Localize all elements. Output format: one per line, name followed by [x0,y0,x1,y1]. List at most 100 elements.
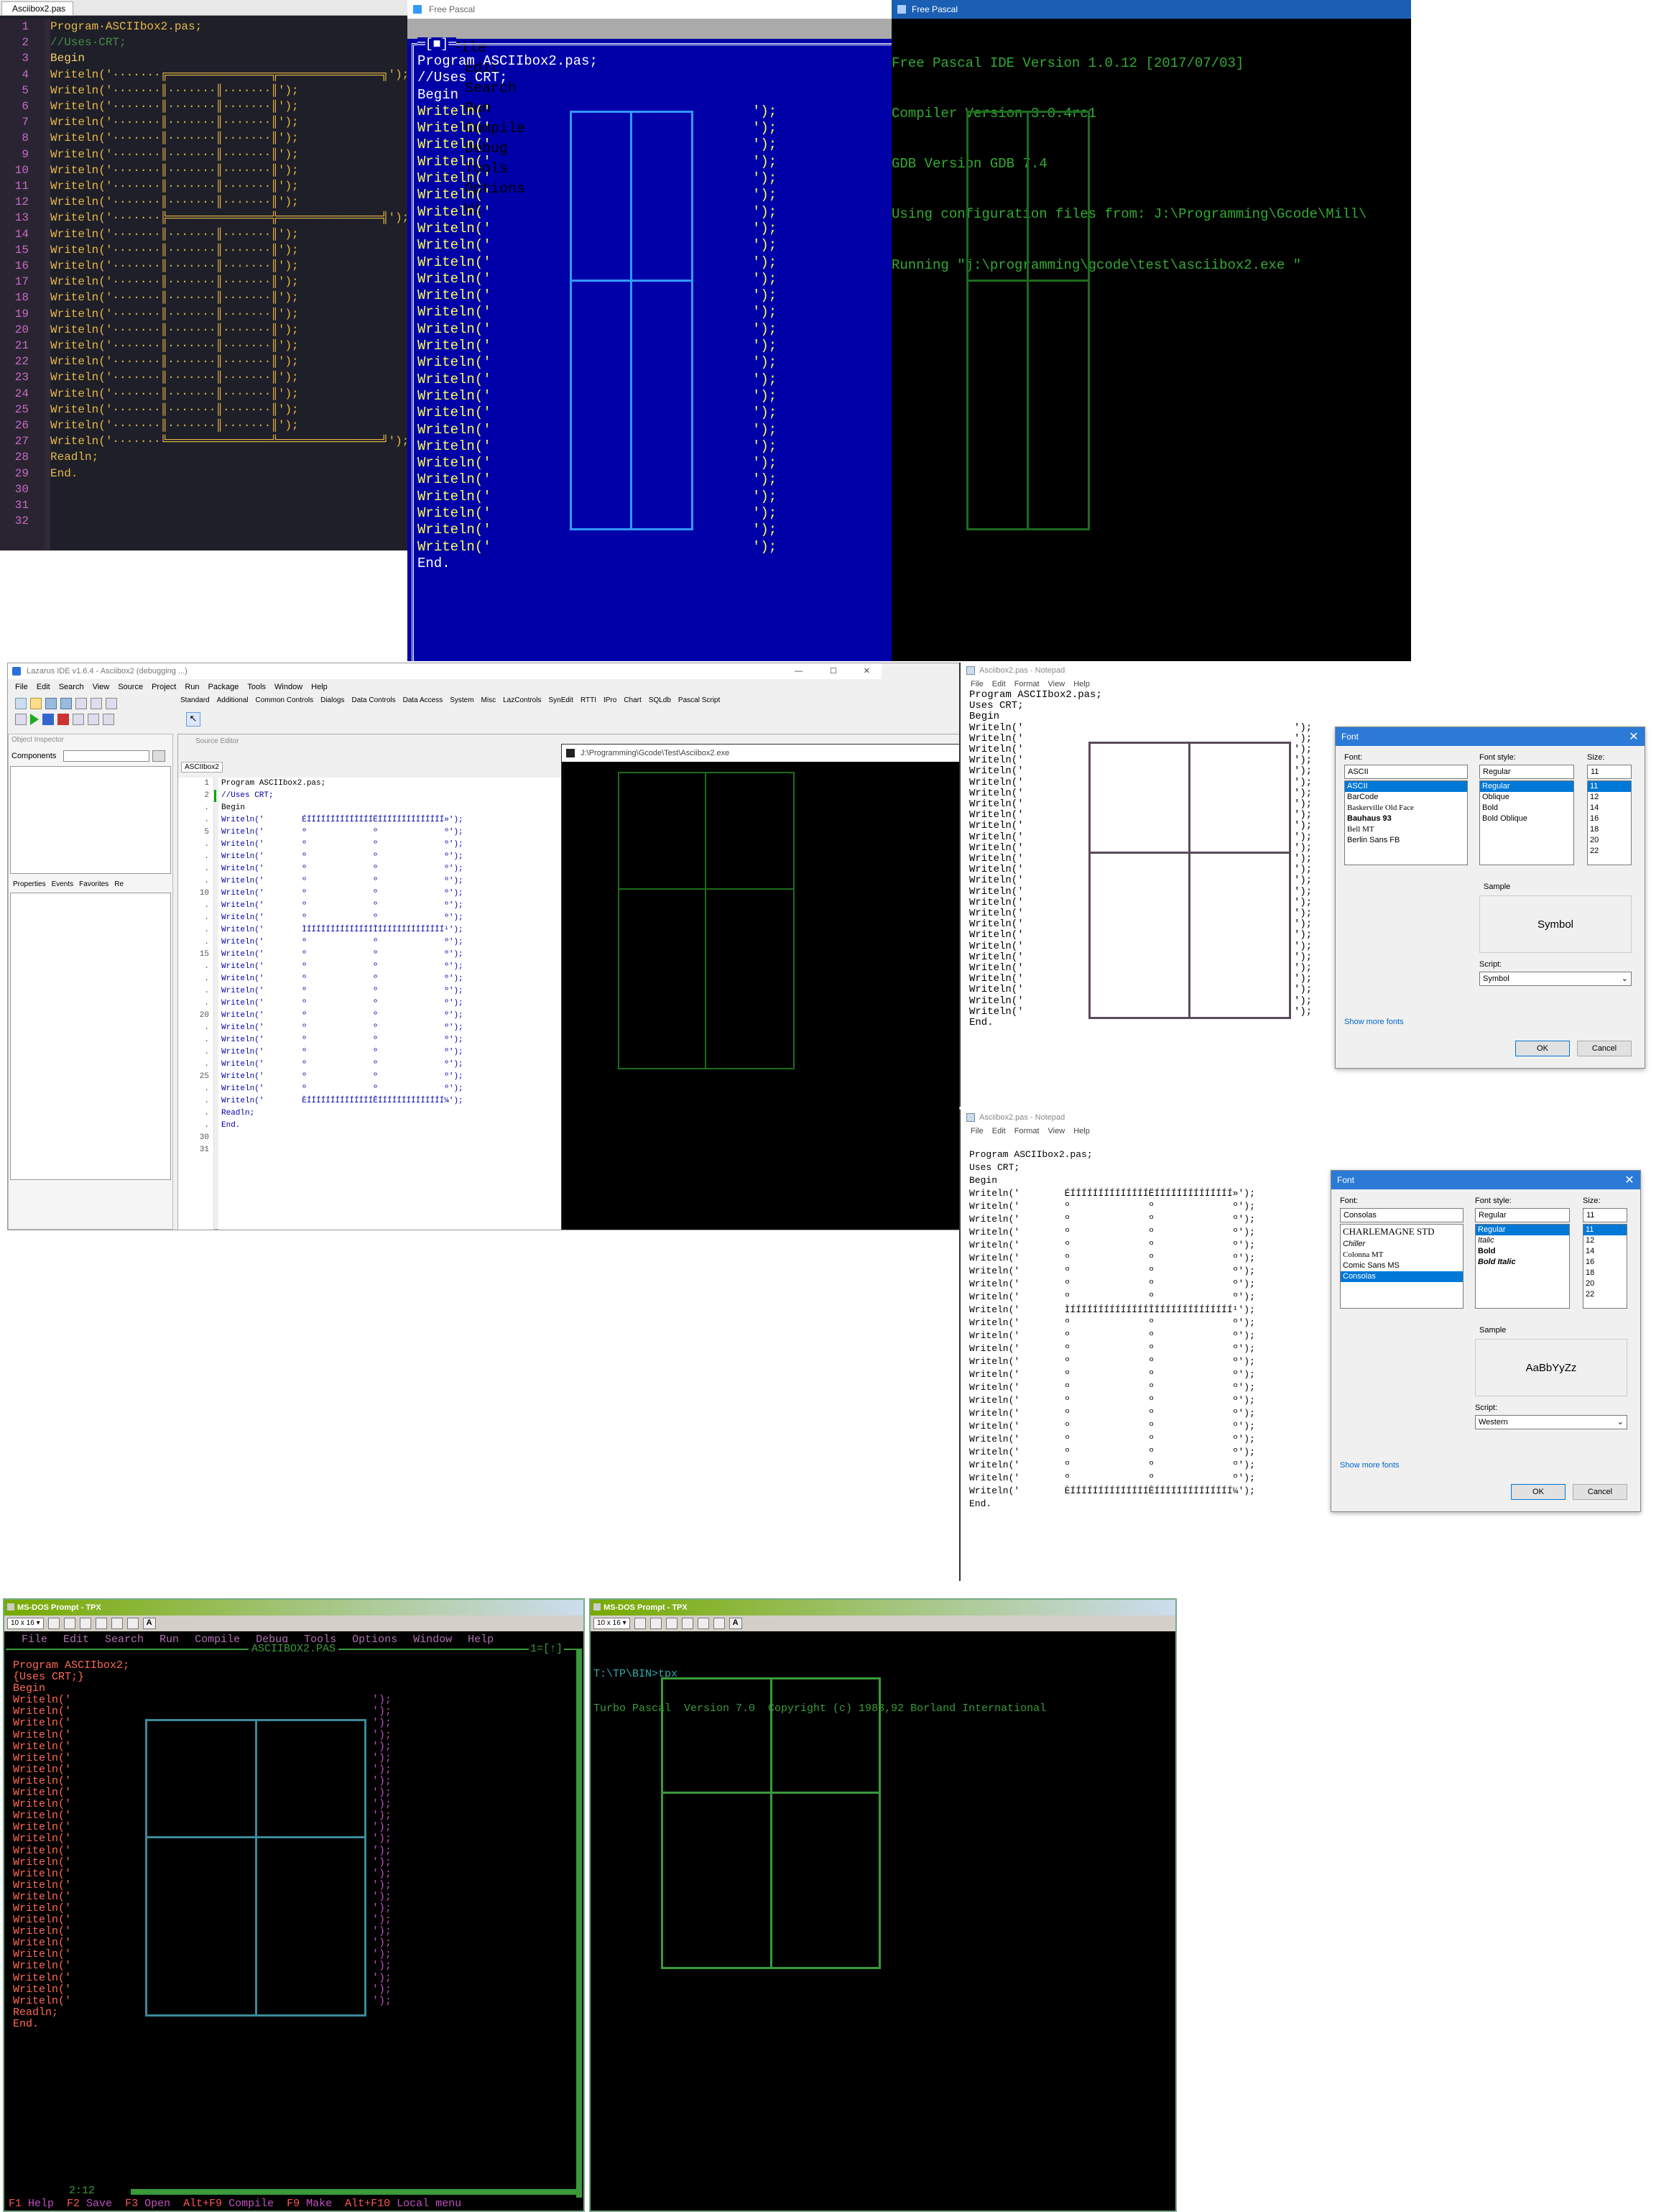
tab-restricted[interactable]: Re [114,878,124,891]
size-option[interactable]: 11 [1583,1225,1627,1235]
cancel-button[interactable]: Cancel [1573,1484,1627,1500]
show-more-fonts-link[interactable]: Show more fonts [1340,1461,1400,1470]
menu-item[interactable]: Edit [37,681,50,693]
build-icon[interactable] [15,714,27,725]
mark-icon[interactable] [47,1618,60,1629]
cancel-button[interactable]: Cancel [1577,1041,1632,1056]
font-option[interactable]: Berlin Sans FB [1345,835,1467,846]
menu-format[interactable]: Format [1014,1127,1040,1138]
pause-icon[interactable] [42,714,54,725]
size-option[interactable]: 16 [1588,814,1631,824]
style-option[interactable]: Italic [1476,1235,1569,1246]
font-option[interactable]: Bell MT [1345,824,1467,835]
menu-item[interactable]: Options [352,1634,397,1646]
size-list[interactable]: 11 12 14 16 18 20 22 [1583,1224,1627,1309]
menu-view[interactable]: View [1048,1127,1065,1138]
style-option[interactable]: Regular [1476,1225,1569,1235]
background-icon[interactable] [126,1618,139,1629]
font-option[interactable]: Bauhaus 93 [1345,814,1467,824]
palette-tab[interactable]: LazControls [503,695,541,706]
style-option[interactable]: Oblique [1480,792,1573,803]
status-item[interactable]: Alt+F9 Compile [183,2198,274,2211]
copy-icon[interactable] [649,1618,662,1629]
palette-tab[interactable]: RTTI [581,695,596,706]
font-style-input[interactable]: Regular [1475,1208,1570,1222]
size-option[interactable]: 20 [1583,1278,1627,1289]
menu-item[interactable]: Window [274,681,302,693]
selection-tool-icon[interactable]: ↖ [186,712,200,727]
palette-tab[interactable]: Common Controls [256,695,314,706]
palette-tab[interactable]: Pascal Script [678,695,720,706]
paste-icon[interactable] [665,1618,678,1629]
font-style-input[interactable]: Regular [1479,765,1574,779]
properties-icon[interactable] [111,1618,123,1629]
menu-item[interactable]: Package [208,681,239,693]
view-units-icon[interactable] [106,698,117,709]
components-tree[interactable] [10,766,171,874]
menu-item[interactable]: Run [159,1634,179,1646]
background-icon[interactable] [713,1618,725,1629]
menu-item[interactable]: Source [118,681,143,693]
menu-item[interactable]: Tools [247,681,266,693]
status-item[interactable]: Alt+F10 Local menu [345,2198,461,2211]
editor-tab[interactable]: ASCIIbox2 [181,762,223,773]
size-option[interactable]: 20 [1588,835,1631,846]
status-item[interactable]: F3 Open [125,2198,170,2211]
font-icon[interactable]: A [142,1618,156,1629]
components-filter-button[interactable] [152,750,165,762]
palette-tab[interactable]: Data Access [403,695,443,706]
style-option[interactable]: Bold [1480,803,1573,814]
step-out-icon[interactable] [103,714,114,725]
step-over-icon[interactable] [88,714,99,725]
menu-file[interactable]: File [971,1127,984,1138]
size-option[interactable]: 12 [1588,792,1631,803]
minimize-icon[interactable]: — [795,663,803,679]
new-icon[interactable] [15,698,27,709]
style-option[interactable]: Bold [1476,1246,1569,1257]
run-icon[interactable] [30,714,39,725]
menu-item[interactable]: Search [105,1634,144,1646]
menu-item[interactable]: File [22,1634,47,1646]
menu-item[interactable]: Help [468,1634,494,1646]
show-more-fonts-link[interactable]: Show more fonts [1344,1018,1404,1026]
size-input[interactable]: 11 [1583,1208,1627,1222]
code-editor[interactable]: Program·ASCIIbox2.pas; //Uses·CRT; Begin Wr… [50,19,407,550]
menu-item[interactable]: Compile [195,1634,240,1646]
size-option[interactable]: 18 [1583,1268,1627,1278]
status-item[interactable]: F2 Save [67,2198,112,2211]
menu-item[interactable]: Project [152,681,176,693]
size-option[interactable]: 16 [1583,1257,1627,1268]
menu-item[interactable]: Edit [63,1634,89,1646]
ok-button[interactable]: OK [1511,1484,1566,1500]
size-input[interactable]: 11 [1587,765,1632,779]
menu-item[interactable]: Search [59,681,84,693]
components-filter[interactable] [63,750,149,762]
size-option[interactable]: 18 [1588,824,1631,835]
menu-item[interactable]: File [15,681,28,693]
menu-help[interactable]: Help [1073,1127,1090,1138]
properties-icon[interactable] [697,1618,709,1629]
tab-events[interactable]: Events [52,878,74,891]
font-option[interactable]: CHARLEMAGNE STD [1341,1225,1463,1239]
close-icon[interactable]: ✕ [864,663,870,679]
size-option[interactable]: 22 [1583,1289,1627,1300]
close-icon[interactable]: ✕ [1623,729,1645,744]
size-option[interactable]: 14 [1588,803,1631,814]
status-item[interactable]: F1 Help [9,2198,54,2211]
paste-icon[interactable] [79,1618,91,1629]
script-select[interactable]: Western ⌄ [1475,1415,1627,1429]
style-option[interactable]: Bold Italic [1476,1257,1569,1268]
font-input[interactable]: Consolas [1340,1208,1463,1222]
font-size-combo[interactable]: 10 x 16 ▾ [7,1618,44,1629]
font-option[interactable]: BarCode [1345,792,1467,803]
font-size-combo[interactable]: 10 x 16 ▾ [593,1618,630,1629]
toggle-form-icon[interactable] [75,698,87,709]
menu-item[interactable]: View [93,681,110,693]
palette-tab[interactable]: Dialogs [320,695,344,706]
size-option[interactable]: 14 [1583,1246,1627,1257]
font-input[interactable]: ASCII [1344,765,1468,779]
tab-favorites[interactable]: Favorites [79,878,108,891]
font-style-list[interactable]: Regular Oblique Bold Bold Oblique [1479,780,1574,865]
open-icon[interactable] [30,698,42,709]
ok-button[interactable]: OK [1515,1041,1570,1056]
